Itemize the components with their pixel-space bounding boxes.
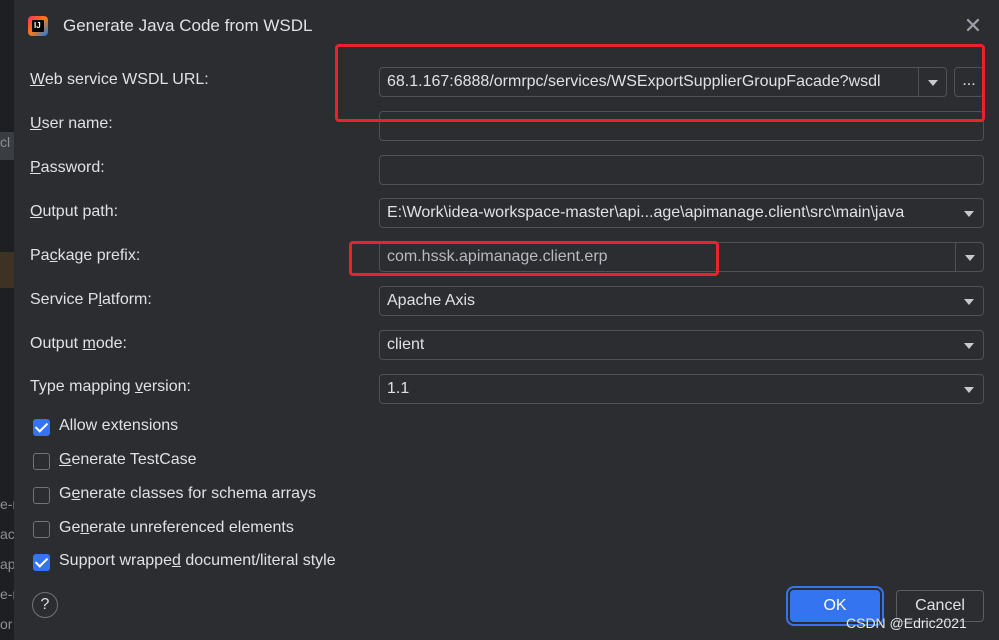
wsdl-url-combobox[interactable]: 68.1.167:6888/ormrpc/services/WSExportSu… [379, 67, 947, 97]
checkbox-checked-icon[interactable] [33, 554, 50, 571]
chevron-down-icon[interactable] [918, 68, 946, 96]
ide-text-fragment: e-r [0, 586, 14, 602]
ide-text-fragment: cl [0, 134, 11, 150]
output-mode-value[interactable]: client [387, 336, 424, 354]
option-label: Generate TestCase [59, 451, 197, 468]
chevron-down-icon[interactable] [955, 243, 983, 271]
output-path-combobox[interactable]: E:\Work\idea-workspace-master\api...age\… [379, 198, 984, 228]
chevron-down-icon[interactable] [955, 287, 983, 315]
generate-java-from-wsdl-dialog: IJ Generate Java Code from WSDL ✕ Web se… [14, 0, 999, 640]
watermark: CSDN @Edric2021 [846, 615, 967, 631]
package-prefix-combobox[interactable]: com.hssk.apimanage.client.erp [379, 242, 984, 272]
user-name-field[interactable] [379, 111, 984, 141]
checkbox-unchecked-icon[interactable] [33, 487, 50, 504]
output-path-label: Output path: [30, 203, 119, 220]
checkbox-unchecked-icon[interactable] [33, 453, 50, 470]
ide-text-fragment: e-m [0, 496, 14, 512]
dialog-title: Generate Java Code from WSDL [63, 16, 313, 35]
service-platform-select[interactable]: Apache Axis [379, 286, 984, 316]
ide-text-fragment: ap [0, 556, 14, 572]
ide-text-fragment: or [0, 616, 13, 632]
output-mode-select[interactable]: client [379, 330, 984, 360]
wsdl-url-label: Web service WSDL URL: [30, 71, 209, 88]
service-platform-value[interactable]: Apache Axis [387, 292, 475, 310]
type-mapping-version-label: Type mapping version: [30, 378, 191, 395]
chevron-down-icon[interactable] [955, 375, 983, 403]
type-mapping-version-value[interactable]: 1.1 [387, 380, 409, 398]
option-label: Generate classes for schema arrays [59, 485, 317, 502]
password-field[interactable] [379, 155, 984, 185]
help-icon[interactable]: ? [32, 592, 58, 618]
service-platform-label: Service Platform: [30, 291, 152, 308]
intellij-idea-icon: IJ [28, 16, 48, 36]
chevron-down-icon[interactable] [955, 199, 983, 227]
chevron-down-icon[interactable] [955, 331, 983, 359]
ide-selection-highlight [0, 252, 14, 288]
output-path-value[interactable]: E:\Work\idea-workspace-master\api...age\… [387, 204, 953, 222]
wsdl-url-value[interactable]: 68.1.167:6888/ormrpc/services/WSExportSu… [387, 73, 911, 91]
package-prefix-value[interactable]: com.hssk.apimanage.client.erp [387, 248, 608, 266]
output-mode-label: Output mode: [30, 335, 127, 352]
ide-text-fragment: ac [0, 526, 14, 542]
option-label: Allow extensions [59, 417, 179, 434]
browse-wsdl-button[interactable]: ... [954, 67, 984, 97]
user-name-label: User name: [30, 115, 113, 132]
option-label: Support wrapped document/literal style [59, 552, 336, 569]
background-ide-panel: cl e-m ac ap e-r or [0, 0, 14, 640]
package-prefix-label: Package prefix: [30, 247, 141, 264]
password-label: Password: [30, 159, 105, 176]
checkbox-unchecked-icon[interactable] [33, 521, 50, 538]
type-mapping-version-select[interactable]: 1.1 [379, 374, 984, 404]
option-label: Generate unreferenced elements [59, 519, 294, 536]
close-icon[interactable]: ✕ [963, 15, 983, 37]
checkbox-checked-icon[interactable] [33, 419, 50, 436]
dialog-titlebar: IJ Generate Java Code from WSDL ✕ [14, 0, 999, 54]
